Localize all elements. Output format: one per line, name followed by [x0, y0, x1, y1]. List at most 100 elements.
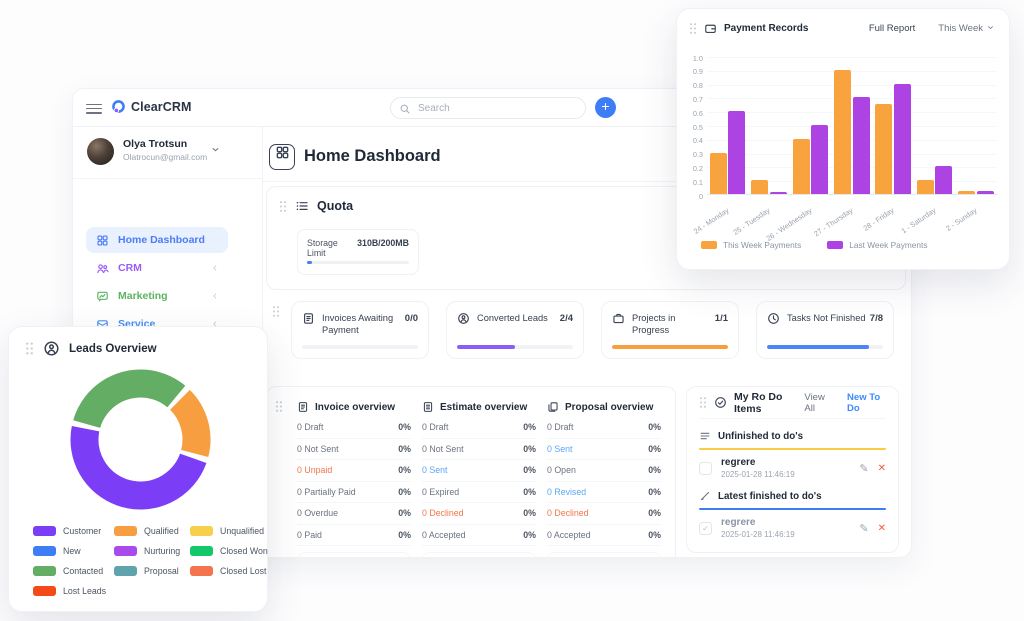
- drag-handle-icon[interactable]: [25, 341, 34, 356]
- stat-card[interactable]: Invoices Awaiting Payment 0/0: [291, 301, 429, 359]
- ghost-card: [422, 552, 536, 558]
- sidebar-item-label: Home Dashboard: [118, 234, 205, 246]
- bar-last-week: [770, 192, 787, 194]
- bar-last-week: [935, 166, 952, 194]
- overview-row-label: 0 Accepted: [422, 530, 466, 540]
- legend-swatch: [114, 566, 137, 576]
- chevron-left-icon: [210, 291, 220, 301]
- overview-column: Estimate overview 0 Draft 0% 0 Not Sent …: [422, 397, 536, 546]
- leads-legend-item: Nurturing: [114, 545, 190, 556]
- y-tick-label: 0.6: [681, 109, 703, 118]
- logo-text: ClearCRM: [131, 100, 192, 114]
- stat-card[interactable]: Tasks Not Finished 7/8: [756, 301, 894, 359]
- sidebar-item-home-dashboard[interactable]: Home Dashboard: [86, 227, 228, 253]
- overview-row: 0 Sent 0%: [547, 439, 661, 461]
- new-todo-link[interactable]: New To Do: [847, 392, 886, 414]
- sidebar-item-label: Marketing: [118, 290, 168, 302]
- todo-item-name: regrere: [721, 457, 795, 468]
- payment-records-title: Payment Records: [724, 23, 808, 34]
- full-report-link[interactable]: Full Report: [869, 23, 915, 34]
- storage-limit-card: Storage Limit 310B/200MB: [297, 229, 419, 275]
- overview-row-value: 0%: [398, 422, 411, 432]
- leads-legend-item: New: [33, 545, 114, 556]
- chevron-down-icon: [210, 142, 221, 160]
- drag-handle-icon[interactable]: [699, 396, 707, 409]
- overview-row: 0 Declined 0%: [422, 503, 536, 525]
- stat-value: 1/1: [715, 313, 728, 324]
- legend-label: New: [63, 546, 81, 556]
- stat-label: Invoices Awaiting Payment: [322, 312, 404, 336]
- add-button[interactable]: +: [595, 97, 616, 118]
- overview-row-value: 0%: [523, 422, 536, 432]
- section-underline: [699, 448, 886, 450]
- overview-row-value: 0%: [648, 465, 661, 475]
- leads-legend-item: Unqualified: [190, 525, 268, 536]
- legend-label: Contacted: [63, 566, 103, 576]
- y-tick-label: 0.7: [681, 95, 703, 104]
- search-input[interactable]: [390, 97, 586, 119]
- bar-last-week: [894, 84, 911, 194]
- sidebar-item-crm[interactable]: CRM: [86, 255, 228, 281]
- legend-swatch: [33, 546, 56, 556]
- overview-row-label: 0 Expired: [422, 487, 459, 497]
- leads-overview-title: Leads Overview: [69, 343, 157, 355]
- view-all-link[interactable]: View All: [804, 392, 831, 414]
- drag-handle-icon[interactable]: [279, 200, 287, 213]
- legend-item: This Week Payments: [701, 240, 801, 250]
- avatar: [87, 138, 114, 165]
- stat-card[interactable]: Converted Leads 2/4: [446, 301, 584, 359]
- edit-pencil-icon[interactable]: ✎: [859, 462, 868, 475]
- invoice-overview-icon: [297, 401, 309, 413]
- converted-leads-icon: [457, 312, 470, 325]
- profile-menu[interactable]: Olya Trotsun Olatrocun@gmail.com: [73, 127, 262, 179]
- overview-row: 0 Draft 0%: [547, 417, 661, 439]
- overview-section: Invoice overview 0 Draft 0% 0 Not Sent 0…: [266, 386, 676, 558]
- overview-row-label: 0 Draft: [297, 422, 323, 432]
- todo-checkbox[interactable]: [699, 462, 712, 475]
- edit-pencil-icon[interactable]: ✎: [859, 522, 868, 535]
- stat-value: 7/8: [870, 313, 883, 324]
- overview-row-value: 0%: [648, 444, 661, 454]
- drag-handle-icon[interactable]: [275, 400, 283, 413]
- overview-row: 0 Not Sent 0%: [297, 439, 411, 461]
- overview-row: 0 Revised 0%: [547, 482, 661, 504]
- overview-row-value: 0%: [523, 487, 536, 497]
- crm-icon: [96, 262, 109, 275]
- week-range-value: This Week: [938, 23, 983, 34]
- leads-legend-item: Closed Won: [190, 545, 268, 556]
- overview-row-label: 0 Draft: [547, 422, 573, 432]
- hamburger-menu-icon[interactable]: [86, 101, 102, 116]
- leads-overview-panel: Leads Overview Customer Qualified Unqual…: [8, 326, 268, 612]
- todo-checkbox[interactable]: ✓: [699, 522, 712, 535]
- bar-this-week: [710, 153, 727, 194]
- marketing-icon: [96, 290, 109, 303]
- overview-row: 0 Partially Paid 0%: [297, 482, 411, 504]
- overview-column: Proposal overview 0 Draft 0% 0 Sent 0% 0…: [547, 397, 661, 546]
- drag-handle-icon[interactable]: [272, 305, 280, 318]
- legend-swatch: [33, 586, 56, 596]
- list-icon: [699, 430, 711, 442]
- overview-row: 0 Not Sent 0%: [422, 439, 536, 461]
- overview-row-label: 0 Unpaid: [297, 465, 332, 475]
- overview-row-label: 0 Not Sent: [297, 444, 339, 454]
- stat-card[interactable]: Projects in Progress 1/1: [601, 301, 739, 359]
- app-logo: ClearCRM: [111, 99, 192, 114]
- overview-row: 0 Unpaid 0%: [297, 460, 411, 482]
- delete-x-icon[interactable]: ✕: [878, 523, 886, 534]
- bar-last-week: [811, 125, 828, 194]
- stat-value: 2/4: [560, 313, 573, 324]
- sidebar-item-marketing[interactable]: Marketing: [86, 283, 228, 309]
- week-range-dropdown[interactable]: This Week: [938, 23, 995, 35]
- legend-label: Last Week Payments: [849, 240, 927, 250]
- todo-title: My Ro Do Items: [734, 391, 797, 415]
- legend-swatch: [190, 546, 213, 556]
- delete-x-icon[interactable]: ✕: [878, 463, 886, 474]
- leads-legend-item: Contacted: [33, 565, 114, 576]
- overview-row: 0 Draft 0%: [297, 417, 411, 439]
- drag-handle-icon[interactable]: [689, 22, 697, 35]
- leads-legend-item: Proposal: [114, 565, 190, 576]
- overview-row-value: 0%: [648, 422, 661, 432]
- leads-legend-item: Lost Leads: [33, 585, 114, 596]
- overview-row: 0 Draft 0%: [422, 417, 536, 439]
- bar-this-week: [875, 104, 892, 194]
